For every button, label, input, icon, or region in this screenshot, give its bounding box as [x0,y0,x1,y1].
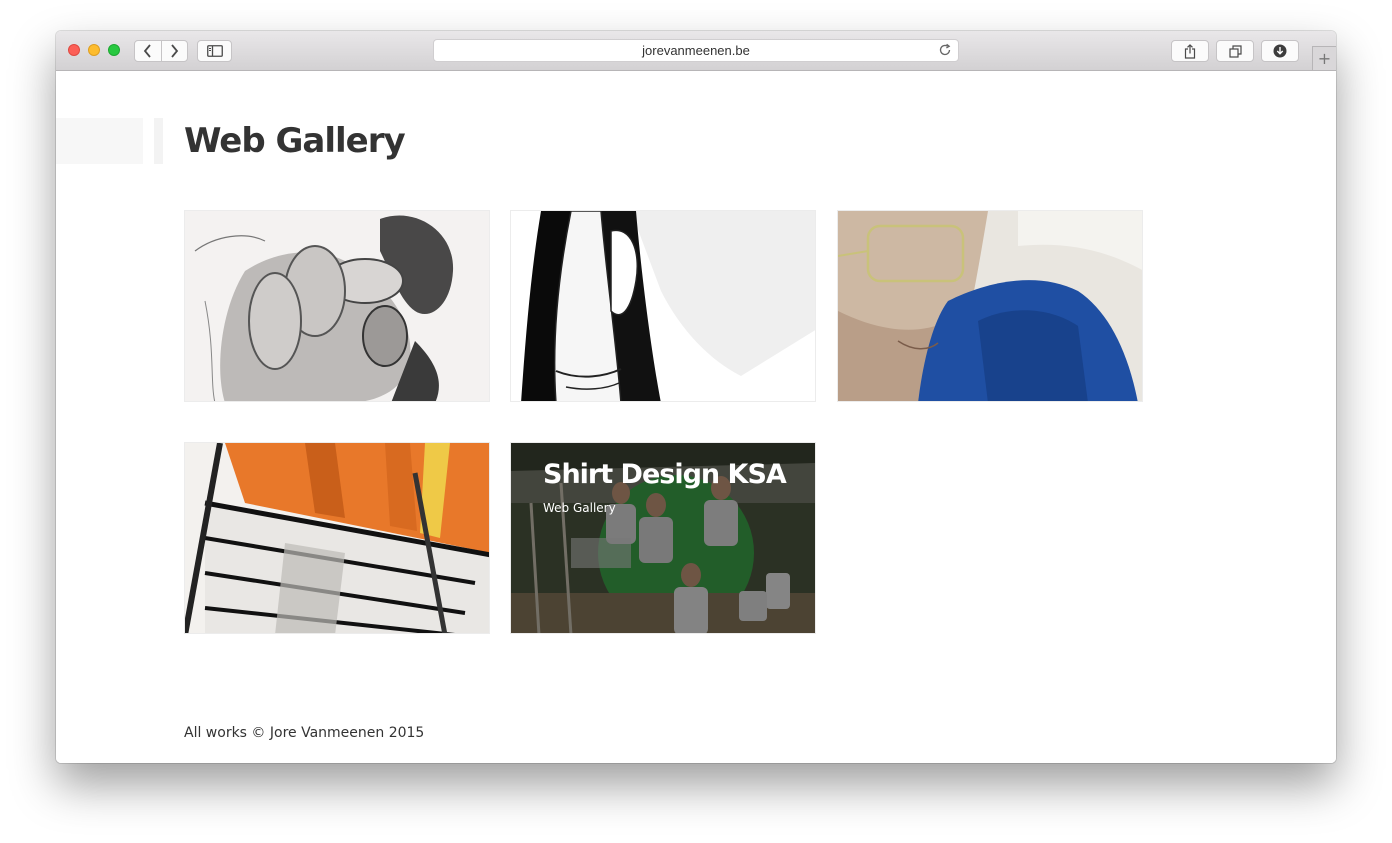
gallery-item[interactable] [837,210,1143,402]
plus-icon: + [1317,49,1332,68]
reload-icon[interactable] [938,43,952,57]
address-bar[interactable]: jorevanmeenen.be [433,39,959,62]
gallery-item-title[interactable]: Shirt Design KSA [543,459,787,490]
close-window-button[interactable] [68,44,80,56]
browser-toolbar: jorevanmeenen.be + [56,31,1336,71]
side-menu-bar [154,118,163,164]
gallery-item[interactable] [510,210,816,402]
gallery-item[interactable] [184,442,490,634]
download-icon [1273,44,1287,58]
minimize-window-button[interactable] [88,44,100,56]
back-icon [143,44,151,58]
share-icon [1184,43,1196,59]
gallery-item-category: Web Gallery [543,501,616,515]
sidebar-icon [206,45,223,57]
zoom-window-button[interactable] [108,44,120,56]
show-tabs-button[interactable] [1216,40,1254,62]
page-title: Web Gallery [184,121,406,161]
side-menu-tab[interactable] [56,118,143,164]
forward-icon [171,44,179,58]
gallery-item-hovered[interactable]: Shirt Design KSA Web Gallery [510,442,816,634]
gallery-item[interactable] [184,210,490,402]
url-text: jorevanmeenen.be [642,43,750,58]
footer-copyright: All works © Jore Vanmeenen 2015 [184,725,425,741]
forward-button[interactable] [160,41,188,61]
sidebar-toggle-button[interactable] [197,40,232,62]
building-drawing-image [185,443,489,633]
pencil-sketch-image [185,211,489,401]
share-button[interactable] [1171,40,1209,62]
page-content: Web Gallery Shirt Design KSA Web Gallery… [56,71,1336,763]
downloads-button[interactable] [1261,40,1299,62]
browser-window: jorevanmeenen.be + Web Gallery Shirt Des… [56,31,1336,763]
tabs-icon [1228,44,1242,58]
navigation-buttons [134,40,188,62]
new-tab-button[interactable]: + [1312,46,1336,70]
ink-illustration-image [511,211,815,401]
back-button[interactable] [135,41,161,61]
portrait-painting-image [838,211,1142,401]
